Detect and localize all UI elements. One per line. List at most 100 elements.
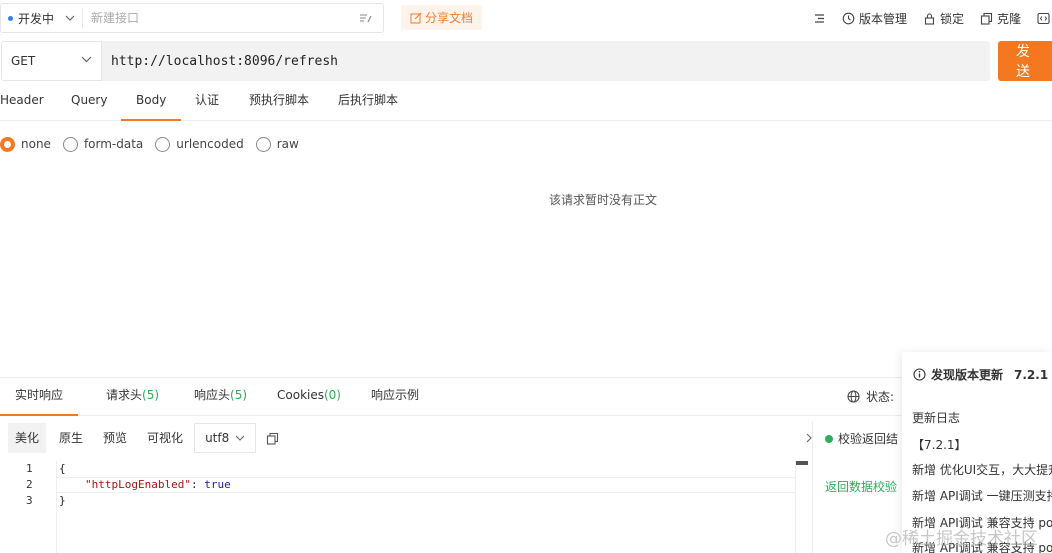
option-label: urlencoded	[176, 137, 244, 151]
edit-icon[interactable]	[359, 11, 373, 25]
update-line: 新增 API调试 一键压测支持	[912, 489, 1052, 503]
tab-label: 响应头	[194, 388, 231, 402]
tab-pre-script[interactable]: 预执行脚本	[249, 85, 309, 121]
update-line: 更新日志	[912, 411, 961, 425]
empty-body-message: 该请求暂时没有正文	[549, 193, 658, 207]
json-separator: :	[190, 478, 205, 491]
lock-icon	[924, 12, 935, 25]
format-raw[interactable]: 原生	[52, 423, 90, 453]
option-label: none	[21, 137, 51, 151]
update-notification: 发现版本更新 7.2.1 更新日志 【7.2.1】 新增 优化UI交互，大大提升…	[902, 352, 1052, 553]
watermark: @稀土掘金技术社区	[885, 529, 1038, 549]
scroll-thumb[interactable]	[796, 461, 808, 465]
info-icon	[913, 368, 926, 381]
tab-cookies[interactable]: Cookies(0)	[277, 378, 341, 416]
tab-header[interactable]: Header	[0, 85, 44, 121]
request-tabs: Header Query Body 认证 预执行脚本 后执行脚本	[0, 85, 1052, 121]
method-value: GET	[11, 54, 36, 68]
code-line: {	[59, 462, 66, 475]
format-visualize[interactable]: 可视化	[140, 423, 190, 453]
tab-realtime-response[interactable]: 实时响应	[0, 378, 79, 416]
update-version: 7.2.1	[1014, 367, 1049, 382]
url-input[interactable]: http://localhost:8096/refresh	[102, 41, 990, 81]
option-label: form-data	[83, 137, 144, 151]
divider	[82, 8, 84, 28]
list-icon	[814, 13, 824, 23]
chevron-down-icon	[235, 435, 245, 441]
option-urlencoded[interactable]: urlencoded	[155, 136, 244, 152]
chevron-down-icon	[81, 56, 92, 63]
share-icon	[410, 12, 422, 23]
outline-button[interactable]	[813, 12, 826, 25]
validation-status: 校验返回结	[825, 430, 898, 447]
validation-label: 校验返回结	[838, 432, 899, 446]
tab-auth[interactable]: 认证	[195, 85, 219, 121]
tab-body[interactable]: Body	[121, 85, 182, 121]
response-code-editor[interactable]: 1 2 3 { "httpLogEnabled": true }	[0, 461, 795, 553]
top-bar: 开发中 分享文档 版本管理 锁定 克隆	[0, 0, 1052, 36]
env-selector[interactable]: 开发中	[0, 3, 384, 33]
version-manage-button[interactable]: 版本管理	[842, 10, 907, 27]
option-none[interactable]: none	[0, 136, 51, 152]
clock-icon	[842, 12, 855, 24]
tab-response-headers[interactable]: 响应头(5)	[194, 378, 247, 416]
code-icon	[1037, 12, 1050, 24]
code-button[interactable]	[1037, 12, 1050, 25]
update-title: 发现版本更新	[931, 368, 1004, 382]
encoding-value: utf8	[205, 431, 230, 445]
line-gutter: 1 2 3	[0, 461, 57, 553]
update-header: 发现版本更新 7.2.1	[913, 366, 1048, 383]
encoding-select[interactable]: utf8	[194, 423, 257, 453]
format-bar: 美化 原生 预览 可视化 utf8	[0, 421, 279, 455]
lock-button[interactable]: 锁定	[923, 10, 964, 27]
code-line: }	[59, 494, 66, 507]
status-dot	[825, 434, 833, 443]
count-badge: (0)	[323, 388, 341, 402]
tab-post-script[interactable]: 后执行脚本	[338, 85, 398, 121]
send-button[interactable]: 发 送	[998, 41, 1052, 81]
code-line: "httpLogEnabled": true	[85, 478, 231, 491]
radio[interactable]	[255, 136, 271, 152]
vertical-scrollbar[interactable]	[795, 461, 808, 553]
update-line: 【7.2.1】	[912, 438, 967, 452]
radio[interactable]	[62, 136, 78, 152]
url-row: GET http://localhost:8096/refresh 发 送	[0, 41, 1052, 81]
radio[interactable]	[155, 136, 171, 152]
json-value: true	[204, 478, 231, 491]
chevron-down-icon	[64, 12, 76, 24]
line-number: 2	[26, 478, 33, 491]
option-form-data[interactable]: form-data	[62, 136, 144, 152]
copy-icon	[980, 12, 993, 25]
method-select[interactable]: GET	[1, 41, 102, 81]
body-type-options: none form-data urlencoded raw	[0, 135, 311, 153]
copy-icon[interactable]	[266, 432, 279, 445]
radio-checked[interactable]	[0, 136, 15, 152]
share-docs-button[interactable]: 分享文档	[401, 5, 483, 30]
share-docs-label: 分享文档	[425, 11, 474, 25]
option-raw[interactable]: raw	[255, 136, 299, 152]
format-pretty[interactable]: 美化	[8, 423, 47, 453]
line-number: 3	[26, 494, 33, 507]
version-manage-label: 版本管理	[858, 11, 907, 26]
count-badge: (5)	[142, 388, 160, 402]
tab-response-example[interactable]: 响应示例	[371, 378, 419, 416]
json-key: "httpLogEnabled"	[85, 478, 191, 491]
count-badge: (5)	[230, 388, 248, 402]
status-label: 状态:	[866, 390, 895, 404]
clone-label: 克隆	[996, 11, 1021, 26]
clone-button[interactable]: 克隆	[980, 10, 1021, 27]
update-line: 新增 优化UI交互，大大提升	[912, 463, 1052, 477]
option-label: raw	[276, 137, 299, 151]
tab-query[interactable]: Query	[71, 85, 107, 121]
format-preview[interactable]: 预览	[96, 423, 134, 453]
api-name-input[interactable]	[91, 11, 359, 25]
response-tabs: 实时响应 请求头(5) 响应头(5) Cookies(0) 响应示例 状态:	[0, 378, 1052, 416]
tab-label: 请求头	[106, 388, 143, 402]
tab-request-headers[interactable]: 请求头(5)	[106, 378, 159, 416]
globe-icon	[847, 390, 860, 403]
validation-link[interactable]: 返回数据校验	[825, 478, 897, 495]
tab-label: Cookies	[277, 388, 324, 402]
status-indicator: 状态:	[847, 388, 894, 405]
toolbar-right: 版本管理 锁定 克隆	[797, 0, 1052, 36]
env-label: 开发中	[18, 11, 55, 26]
